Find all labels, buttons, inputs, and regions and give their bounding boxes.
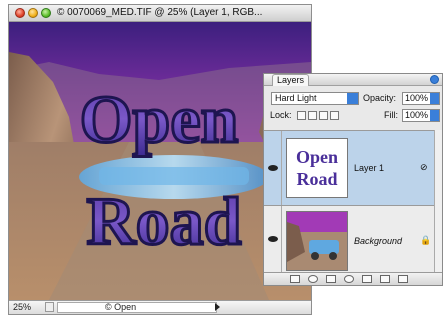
document-titlebar[interactable]: © 0070069_MED.TIF @ 25% (Layer 1, RGB... <box>9 5 311 22</box>
blend-mode-select[interactable]: Hard Light <box>271 92 359 105</box>
delete-layer-icon[interactable] <box>398 275 408 283</box>
lock-all-icon[interactable] <box>330 111 339 120</box>
layer-name-layer-1[interactable]: Layer 1 <box>354 163 384 173</box>
layers-scrollbar[interactable] <box>434 130 442 273</box>
zoom-level[interactable]: 25% <box>13 302 31 312</box>
fill-value: 100% <box>405 110 429 120</box>
fill-label: Fill: <box>384 110 398 120</box>
resize-grip-icon[interactable] <box>432 275 442 285</box>
opacity-value: 100% <box>405 93 429 103</box>
lock-label: Lock: <box>270 110 292 120</box>
thumb-text-open: Open <box>296 147 338 167</box>
layer-1-thumbnail-art: Open Road <box>287 139 347 197</box>
layer-row-layer-1[interactable]: Open Road Layer 1 ⊘ <box>264 130 442 205</box>
eye-icon[interactable] <box>268 236 278 242</box>
lock-position-icon[interactable] <box>319 111 328 120</box>
zoom-window-button[interactable] <box>41 8 51 18</box>
tab-layers[interactable]: Layers <box>272 74 310 86</box>
opacity-field[interactable]: 100% <box>402 92 440 105</box>
panel-menu-icon[interactable] <box>430 75 439 84</box>
link-layers-icon[interactable] <box>290 275 300 283</box>
opacity-label: Opacity: <box>363 93 397 103</box>
eye-icon[interactable] <box>268 165 278 171</box>
layer-1-thumbnail[interactable]: Open Road <box>286 138 348 198</box>
status-info-text: © Open <box>105 302 137 312</box>
new-adjustment-layer-icon[interactable] <box>344 275 354 283</box>
close-window-button[interactable] <box>15 8 25 18</box>
status-menu-arrow-icon[interactable] <box>215 303 220 311</box>
canvas-text-road: Road <box>87 183 242 259</box>
blend-mode-dropdown-icon[interactable] <box>347 93 358 104</box>
layer-style-icon[interactable]: ⊘ <box>420 162 428 173</box>
new-layer-icon[interactable] <box>380 275 390 283</box>
canvas-text-open: Open <box>80 81 239 157</box>
fill-field[interactable]: 100% <box>402 109 440 122</box>
layer-name-background[interactable]: Background <box>354 236 402 246</box>
add-mask-icon[interactable] <box>326 275 336 283</box>
status-bar: 25% © Open <box>9 300 311 314</box>
lock-image-icon[interactable] <box>308 111 317 120</box>
lock-icon: 🔒 <box>420 235 432 245</box>
status-info-field[interactable] <box>57 302 217 313</box>
layers-panel-header[interactable]: Layers <box>264 74 442 86</box>
add-layer-style-icon[interactable] <box>308 275 318 283</box>
lock-transparent-icon[interactable] <box>297 111 306 120</box>
fill-slider-icon[interactable] <box>430 110 439 121</box>
thumb-text-road: Road <box>296 169 337 189</box>
opacity-slider-icon[interactable] <box>430 93 439 104</box>
minimize-window-button[interactable] <box>28 8 38 18</box>
visibility-column[interactable] <box>264 131 282 205</box>
blend-mode-value: Hard Light <box>275 93 317 103</box>
layers-bottom-bar <box>264 272 442 285</box>
background-thumbnail[interactable] <box>286 211 348 271</box>
new-group-icon[interactable] <box>362 275 372 283</box>
visibility-column[interactable] <box>264 206 282 272</box>
layers-panel: Layers Hard Light Opacity: 100% Lock: Fi… <box>263 73 443 286</box>
background-thumbnail-art <box>287 212 347 270</box>
layer-row-background[interactable]: Background 🔒 <box>264 205 442 273</box>
document-title: © 0070069_MED.TIF @ 25% (Layer 1, RGB... <box>57 7 263 18</box>
zoom-options-icon[interactable] <box>45 302 54 312</box>
